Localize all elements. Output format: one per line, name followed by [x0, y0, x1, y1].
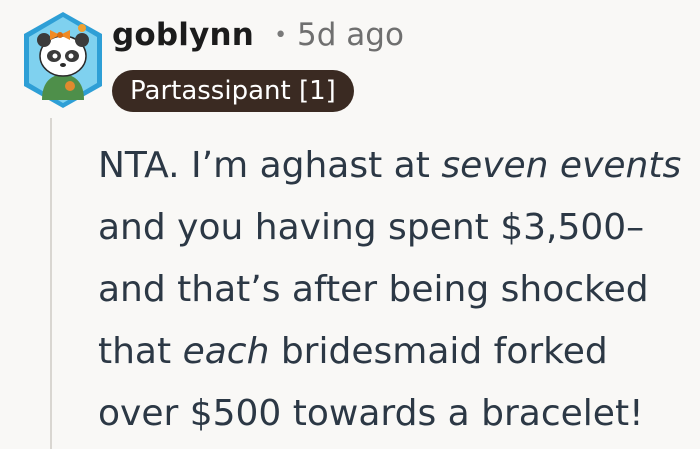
body-text: that — [98, 331, 183, 372]
comment-line: and that’s after being shocked — [98, 259, 693, 321]
comment-text: NTA. I’m aghast at seven events and you h… — [98, 135, 693, 445]
comment-body: NTA. I’m aghast at seven events and you h… — [98, 135, 693, 445]
comment-line: over $500 towards a bracelet! — [98, 383, 693, 445]
body-text: bridesmaid forked — [269, 331, 608, 372]
emphasis-text: seven events — [441, 145, 682, 186]
body-text: over $500 towards a bracelet! — [98, 393, 644, 434]
thread-line[interactable] — [50, 118, 52, 449]
emphasis-text: each — [182, 331, 270, 372]
body-text: and that’s after being shocked — [98, 269, 649, 310]
body-text: NTA. I’m aghast at — [98, 145, 442, 186]
user-flair: Partassipant [1] — [112, 70, 354, 112]
comment-line: NTA. I’m aghast at seven events — [98, 135, 693, 197]
username-link[interactable]: goblynn — [112, 17, 254, 53]
comment-line: and you having spent $3,500– — [98, 197, 693, 259]
separator-dot: • — [274, 22, 288, 48]
comment-header: goblynn • 5d ago — [112, 10, 404, 60]
timestamp[interactable]: 5d ago — [297, 17, 404, 53]
user-avatar[interactable] — [20, 10, 106, 110]
comment-line: that each bridesmaid forked — [98, 321, 693, 383]
body-text: and you having spent $3,500– — [98, 207, 645, 248]
comment: goblynn • 5d ago Partassipant [1] NTA. I… — [0, 0, 700, 449]
